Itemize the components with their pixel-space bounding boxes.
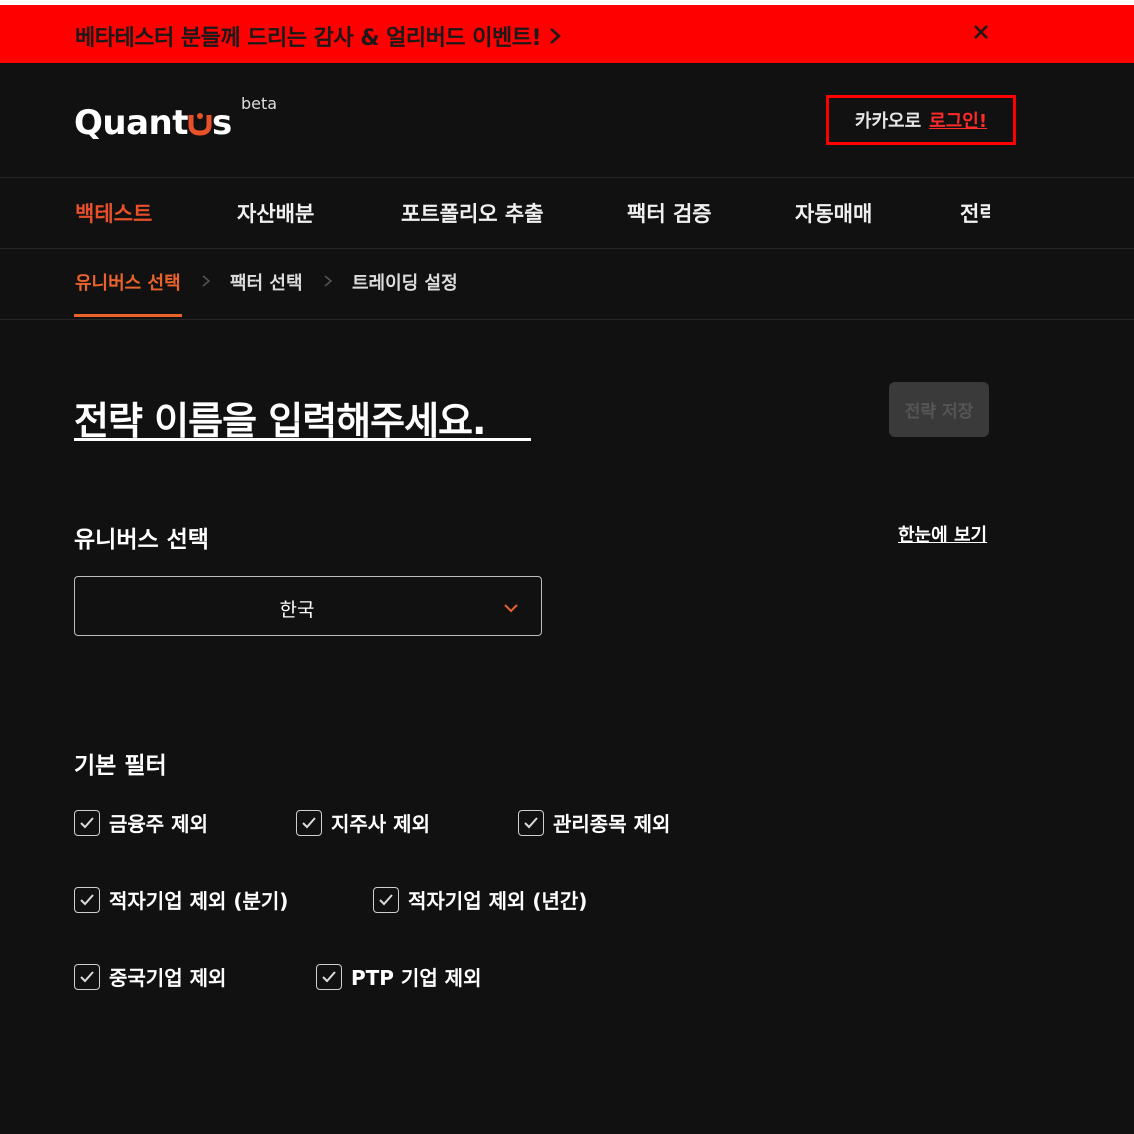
filter-label: PTP 기업 제외	[351, 966, 482, 990]
nav-item-auto-trading[interactable]: 자동매매	[795, 198, 872, 228]
checkbox[interactable]	[316, 963, 342, 990]
filter-label: 지주사 제외	[331, 812, 430, 836]
universe-select[interactable]: 한국	[74, 576, 542, 636]
filter-label: 적자기업 제외 (분기)	[109, 889, 289, 913]
login-prefix: 카카오로	[854, 111, 922, 132]
universe-section-title: 유니버스 선택	[74, 527, 209, 553]
filter-administrative[interactable]: 관리종목 제외	[518, 808, 670, 837]
check-icon	[302, 816, 316, 828]
checkbox[interactable]	[518, 809, 544, 836]
nav-item-asset-allocation[interactable]: 자산배분	[237, 198, 314, 228]
checkbox[interactable]	[296, 809, 322, 836]
filter-financial[interactable]: 금융주 제외	[74, 808, 208, 837]
chevron-right-icon	[549, 26, 561, 51]
filter-ptp[interactable]: PTP 기업 제외	[316, 962, 482, 991]
filter-label: 중국기업 제외	[109, 966, 227, 990]
filter-deficit-annual[interactable]: 적자기업 제외 (년간)	[373, 885, 587, 914]
filter-label: 금융주 제외	[109, 812, 208, 836]
banner-message: 베타테스터 분들께 드리는 감사 & 얼리버드 이벤트!	[75, 26, 541, 51]
check-icon	[322, 970, 336, 982]
main-nav: 백테스트 자산배분 포트폴리오 추출 팩터 검증 자동매매 전략	[0, 178, 1134, 248]
event-banner[interactable]: 베타테스터 분들께 드리는 감사 & 얼리버드 이벤트!	[0, 5, 1134, 63]
chevron-right-icon	[200, 273, 212, 287]
filter-holding[interactable]: 지주사 제외	[296, 808, 430, 837]
step-universe[interactable]: 유니버스 선택	[75, 269, 181, 295]
nav-item-backtest[interactable]: 백테스트	[75, 198, 152, 228]
chevron-down-icon	[503, 599, 519, 613]
save-strategy-button[interactable]: 전략 저장	[889, 382, 989, 437]
overview-link[interactable]: 한눈에 보기	[898, 521, 987, 547]
strategy-name-underline	[74, 438, 531, 441]
check-icon	[80, 970, 94, 982]
login-link[interactable]: 로그인!	[929, 107, 987, 133]
logo[interactable]: Quant s	[74, 103, 232, 143]
nav-item-strategy-clip: 전략	[958, 198, 990, 228]
check-icon	[80, 893, 94, 905]
step-trading[interactable]: 트레이딩 설정	[352, 269, 458, 295]
universe-select-value: 한국	[279, 599, 315, 621]
nav-item-portfolio-extract[interactable]: 포트폴리오 추출	[401, 198, 544, 228]
nav-item-strategy[interactable]: 전략	[960, 198, 990, 228]
strategy-name-input[interactable]: 전략 이름을 입력해주세요.	[74, 390, 486, 445]
check-icon	[379, 893, 393, 905]
step-breadcrumb: 유니버스 선택 팩터 선택 트레이딩 설정	[0, 249, 1134, 319]
filter-label: 적자기업 제외 (년간)	[408, 889, 588, 913]
step-factor[interactable]: 팩터 선택	[230, 269, 303, 295]
check-icon	[524, 816, 538, 828]
close-icon[interactable]	[968, 19, 994, 45]
filter-deficit-quarterly[interactable]: 적자기업 제외 (분기)	[74, 885, 288, 914]
logo-beta: beta	[241, 94, 278, 113]
kakao-login-button[interactable]: 카카오로 로그인!	[826, 95, 1016, 145]
filter-chinese[interactable]: 중국기업 제외	[74, 962, 226, 991]
logo-u-glyph	[188, 103, 212, 143]
filters-section-title: 기본 필터	[74, 753, 167, 779]
checkbox[interactable]	[74, 886, 100, 913]
filter-label: 관리종목 제외	[553, 812, 671, 836]
site-header: Quant s beta 카카오로 로그인!	[0, 63, 1134, 177]
chevron-right-icon	[322, 273, 334, 287]
steps-divider	[0, 319, 1134, 320]
checkbox[interactable]	[373, 886, 399, 913]
nav-item-factor-verify[interactable]: 팩터 검증	[627, 198, 712, 228]
logo-text: Quant	[74, 103, 189, 143]
checkbox[interactable]	[74, 809, 100, 836]
banner-text[interactable]: 베타테스터 분들께 드리는 감사 & 얼리버드 이벤트!	[75, 20, 561, 52]
active-step-underline	[74, 314, 182, 317]
checkbox[interactable]	[74, 963, 100, 990]
logo-text-end: s	[212, 103, 232, 143]
check-icon	[80, 816, 94, 828]
